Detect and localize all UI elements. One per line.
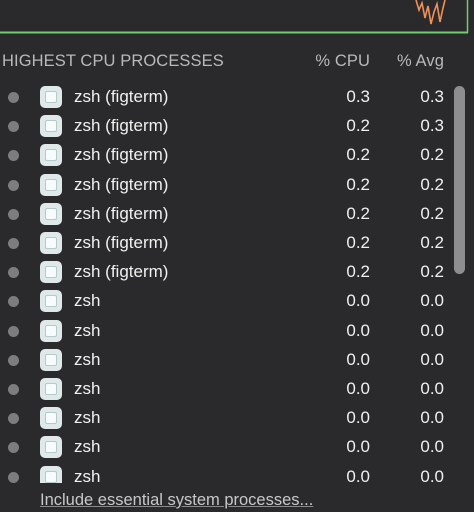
process-name: zsh (figterm) [74, 203, 169, 223]
terminal-app-icon [40, 202, 62, 225]
status-dot-icon [8, 413, 19, 425]
process-row[interactable]: zsh 0.0 0.0 [0, 375, 474, 404]
process-list[interactable]: zsh (figterm) 0.3 0.3 zsh (figterm) 0.2 0.3 zs… [0, 83, 474, 483]
cpu-graph-svg [0, 0, 469, 34]
process-row[interactable]: zsh (figterm) 0.2 0.2 [0, 171, 474, 200]
process-avg-value: 0.3 [420, 116, 444, 136]
cpu-processes-panel: HIGHEST CPU PROCESSES % CPU % Avg zsh (f… [0, 0, 474, 512]
process-name: zsh [74, 466, 101, 483]
process-avg-value: 0.0 [420, 291, 444, 311]
process-row[interactable]: zsh (figterm) 0.2 0.2 [0, 229, 474, 258]
process-avg-value: 0.0 [420, 349, 444, 369]
process-cpu-value: 0.2 [346, 262, 370, 282]
process-name: zsh [74, 291, 101, 311]
process-cpu-value: 0.0 [346, 349, 370, 369]
process-row[interactable]: zsh (figterm) 0.2 0.2 [0, 200, 474, 229]
process-cpu-value: 0.0 [346, 320, 370, 340]
graph-cpu-spikes [415, 0, 446, 25]
process-avg-value: 0.2 [420, 233, 444, 252]
process-avg-value: 0.0 [420, 408, 444, 428]
column-header-cpu[interactable]: % CPU [315, 52, 370, 71]
status-dot-icon [8, 384, 19, 395]
terminal-app-icon [40, 86, 62, 108]
process-cpu-value: 0.2 [346, 203, 370, 223]
process-list-header: HIGHEST CPU PROCESSES % CPU % Avg [0, 50, 474, 74]
process-avg-value: 0.0 [420, 379, 444, 398]
process-row[interactable]: zsh 0.0 0.0 [0, 433, 474, 462]
process-cpu-value: 0.3 [346, 87, 370, 106]
process-name: zsh [74, 408, 101, 428]
process-name: zsh (figterm) [74, 262, 169, 282]
process-row[interactable]: zsh 0.0 0.0 [0, 317, 474, 346]
process-row[interactable]: zsh (figterm) 0.2 0.2 [0, 258, 474, 287]
process-row[interactable]: zsh (figterm) 0.2 0.3 [0, 112, 474, 141]
terminal-app-icon [40, 436, 62, 459]
status-dot-icon [8, 354, 19, 366]
process-name: zsh [74, 320, 101, 340]
process-cpu-value: 0.2 [346, 174, 370, 194]
process-name: zsh [74, 349, 101, 369]
scrollbar-thumb[interactable] [454, 86, 465, 274]
process-name: zsh (figterm) [74, 145, 169, 165]
status-dot-icon [8, 238, 19, 249]
process-row[interactable]: zsh 0.0 0.0 [0, 287, 474, 316]
status-dot-icon [8, 267, 19, 279]
terminal-app-icon [40, 115, 62, 138]
process-cpu-value: 0.2 [346, 233, 370, 252]
terminal-app-icon [40, 144, 62, 167]
column-header-avg[interactable]: % Avg [397, 52, 444, 71]
status-dot-icon [8, 92, 19, 103]
process-name: zsh (figterm) [74, 116, 169, 136]
process-avg-value: 0.2 [420, 262, 444, 282]
terminal-app-icon [40, 465, 62, 483]
process-avg-value: 0.2 [420, 203, 444, 223]
process-row[interactable]: zsh 0.0 0.0 [0, 463, 474, 483]
process-cpu-value: 0.2 [346, 116, 370, 136]
section-title: HIGHEST CPU PROCESSES [2, 52, 224, 70]
process-name: zsh (figterm) [74, 87, 169, 106]
terminal-app-icon [40, 232, 62, 254]
status-dot-icon [8, 208, 19, 220]
process-cpu-value: 0.2 [346, 145, 370, 165]
process-row[interactable]: zsh 0.0 0.0 [0, 346, 474, 375]
terminal-app-icon [40, 348, 62, 371]
terminal-app-icon [40, 290, 62, 313]
process-avg-value: 0.0 [420, 437, 444, 457]
process-avg-value: 0.3 [420, 87, 444, 106]
process-cpu-value: 0.0 [346, 408, 370, 428]
process-row[interactable]: zsh (figterm) 0.2 0.2 [0, 141, 474, 170]
process-name: zsh [74, 379, 101, 398]
process-cpu-value: 0.0 [346, 437, 370, 457]
terminal-app-icon [40, 261, 62, 284]
cpu-history-graph [0, 0, 474, 34]
process-name: zsh (figterm) [74, 174, 169, 194]
status-dot-icon [8, 179, 19, 191]
terminal-app-icon [40, 319, 62, 342]
terminal-app-icon [40, 407, 62, 430]
terminal-app-icon [40, 173, 62, 196]
process-row[interactable]: zsh (figterm) 0.3 0.3 [0, 83, 474, 112]
process-name: zsh (figterm) [74, 233, 169, 252]
include-system-processes-link[interactable]: Include essential system processes... [40, 491, 313, 510]
status-dot-icon [8, 471, 19, 483]
process-row[interactable]: zsh 0.0 0.0 [0, 404, 474, 433]
terminal-app-icon [40, 378, 62, 400]
process-cpu-value: 0.0 [346, 379, 370, 398]
process-name: zsh [74, 437, 101, 457]
process-avg-value: 0.2 [420, 174, 444, 194]
status-dot-icon [8, 325, 19, 337]
status-dot-icon [8, 121, 19, 133]
process-avg-value: 0.0 [420, 320, 444, 340]
process-cpu-value: 0.0 [346, 466, 370, 483]
process-cpu-value: 0.0 [346, 291, 370, 311]
process-avg-value: 0.0 [420, 466, 444, 483]
status-dot-icon [8, 296, 19, 308]
process-avg-value: 0.2 [420, 145, 444, 165]
status-dot-icon [8, 442, 19, 454]
status-dot-icon [8, 150, 19, 162]
